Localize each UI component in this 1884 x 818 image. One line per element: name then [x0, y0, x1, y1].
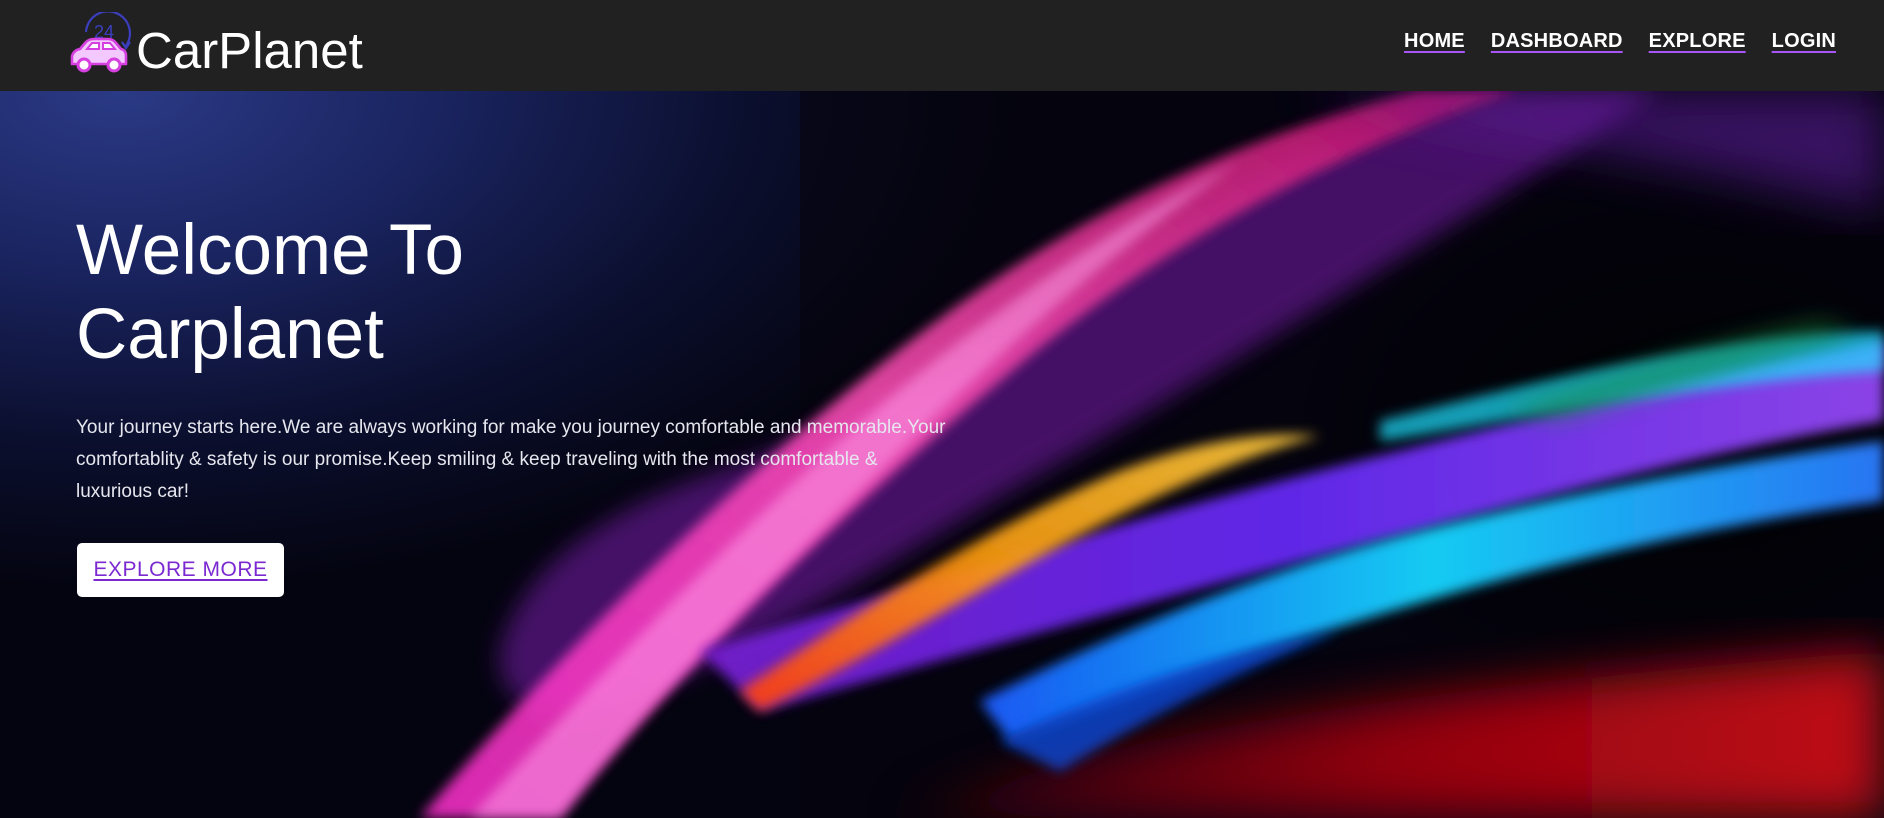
hero-section: Welcome To Carplanet Your journey starts…	[0, 91, 1884, 818]
brand-name: CarPlanet	[136, 21, 363, 79]
nav-dashboard-link[interactable]: DASHBOARD	[1491, 30, 1623, 53]
nav-explore-link[interactable]: EXPLORE	[1649, 30, 1746, 53]
top-navbar: 24 CarPlanet HOME DASHBOARD EXPLORE LOGI…	[0, 0, 1884, 91]
car-24h-icon: 24	[70, 12, 131, 73]
explore-more-button[interactable]: EXPLORE MORE	[77, 543, 284, 597]
hero-title-line2: Carplanet	[76, 295, 384, 374]
main-nav: HOME DASHBOARD EXPLORE LOGIN	[1404, 30, 1836, 53]
nav-login-link[interactable]: LOGIN	[1772, 30, 1836, 53]
hero-description: Your journey starts here.We are always w…	[76, 417, 946, 502]
hero-title: Welcome To Carplanet	[76, 209, 676, 377]
brand-home-link[interactable]: 24 CarPlanet	[68, 6, 363, 86]
hero-title-line1: Welcome To	[76, 211, 465, 290]
nav-home-link[interactable]: HOME	[1404, 30, 1465, 53]
